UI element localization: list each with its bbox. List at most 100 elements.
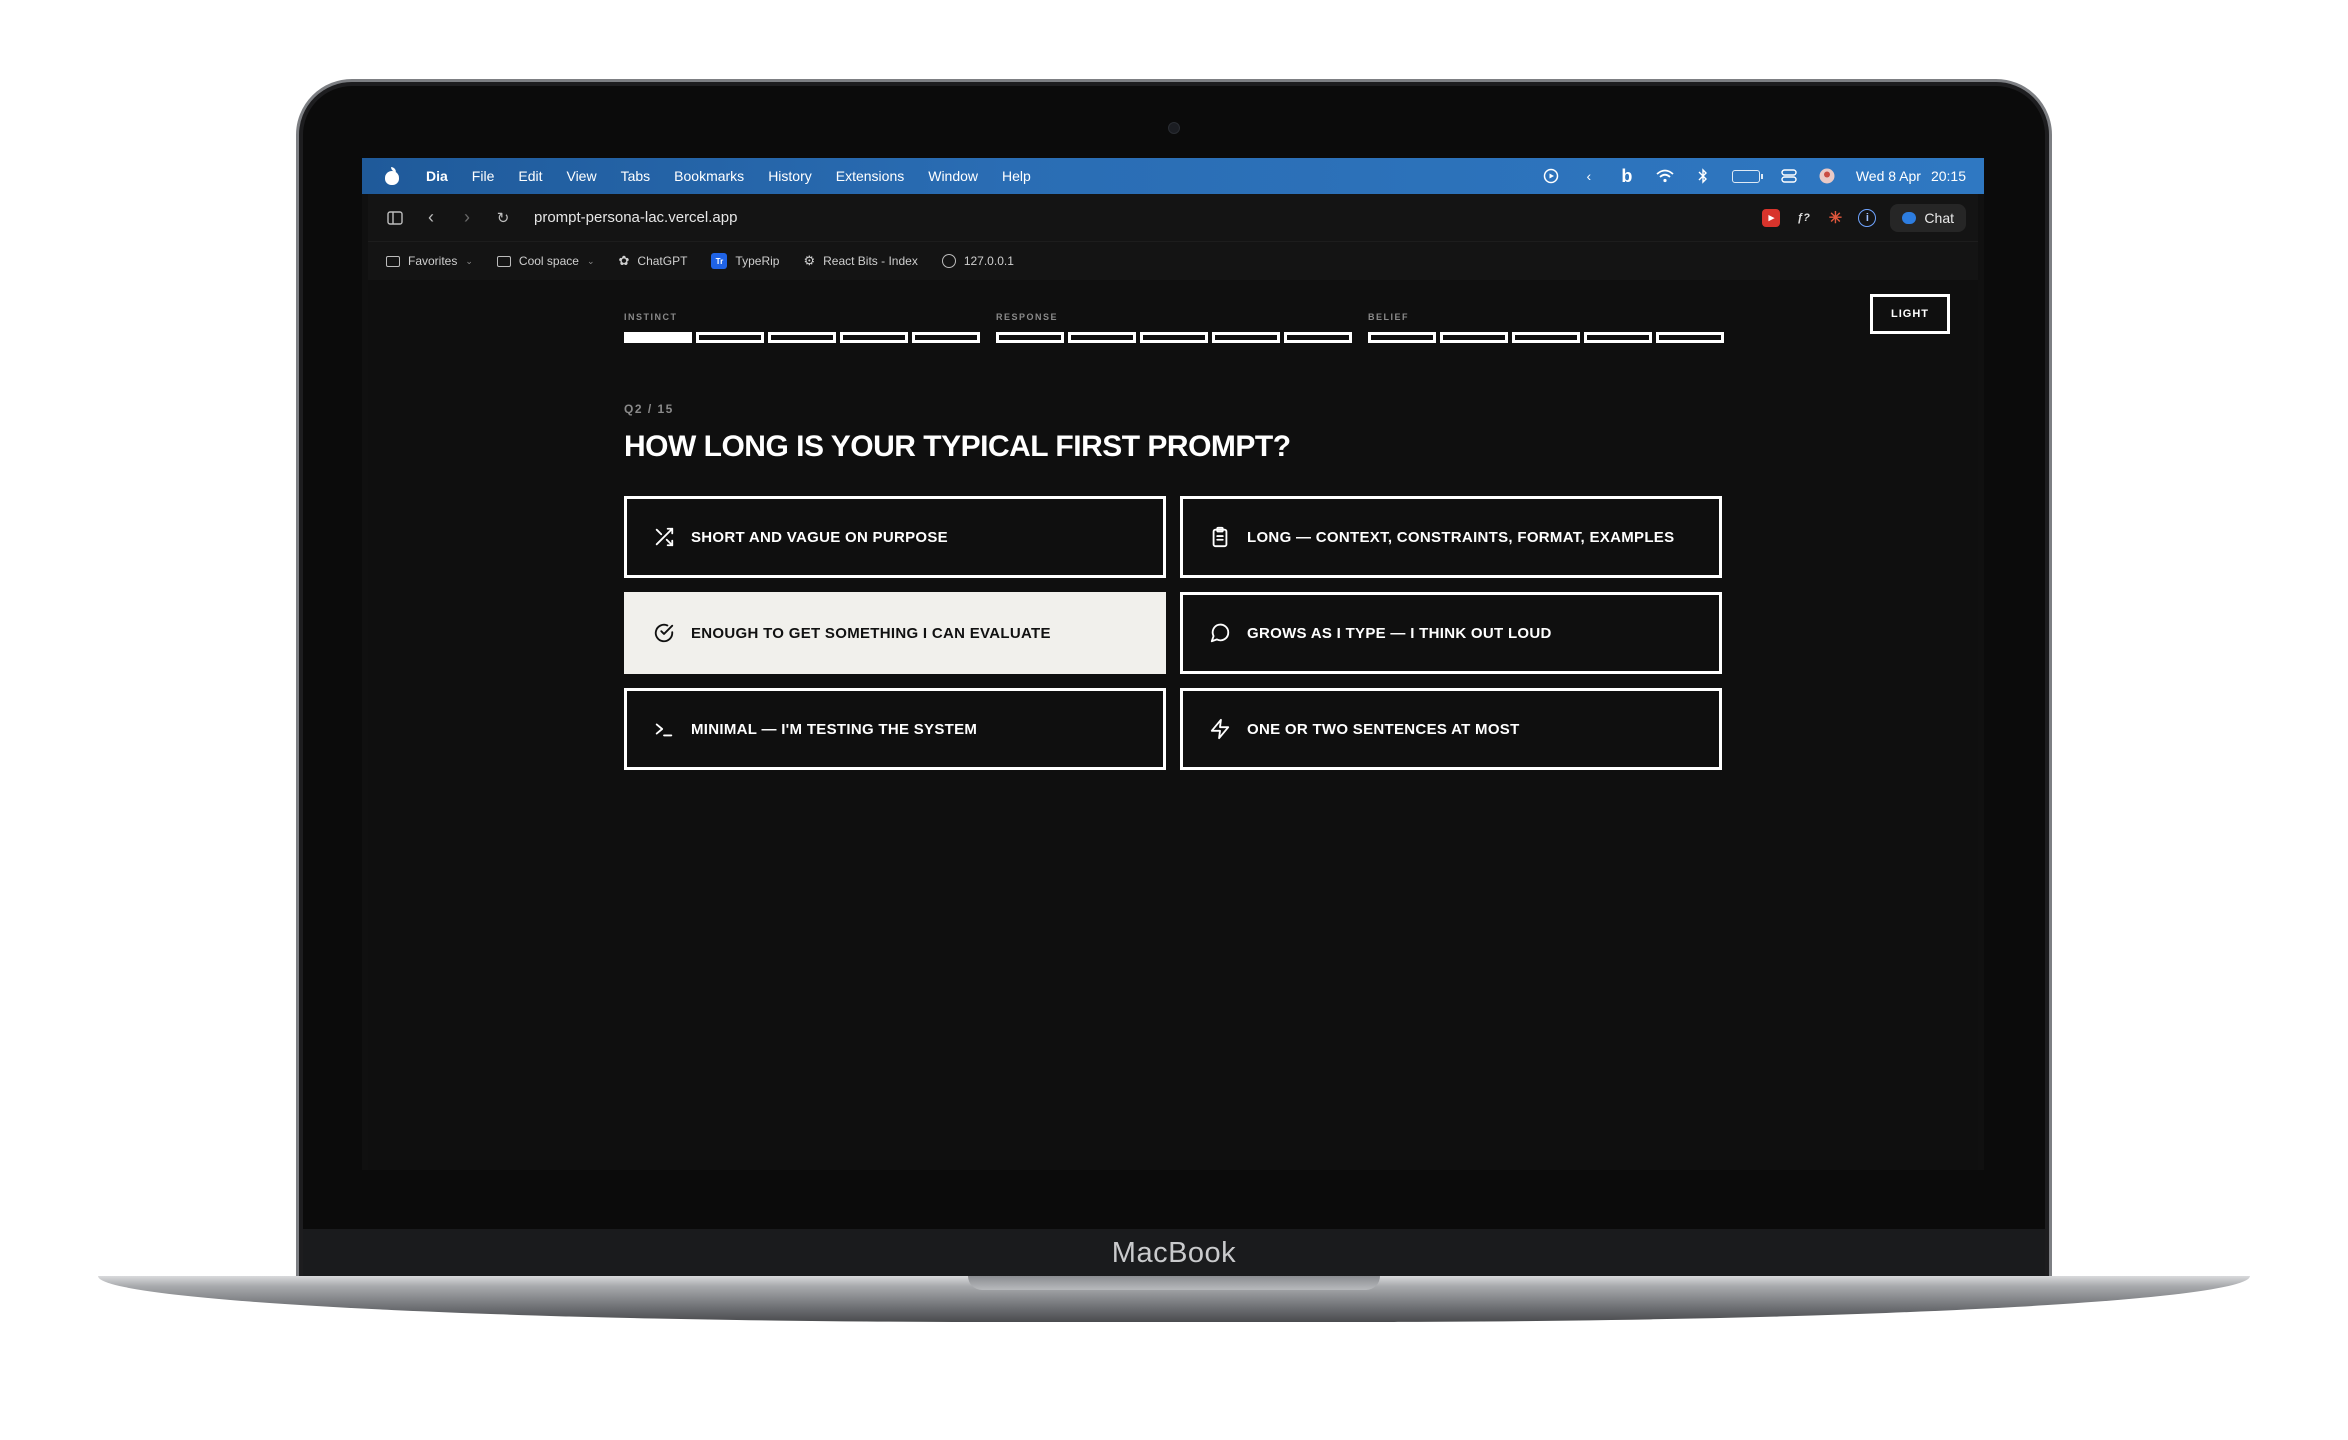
progress-section-label: BELIEF [1368,312,1410,322]
bookmark-localhost[interactable]: 127.0.0.1 [941,254,1014,268]
option-label: GROWS AS I TYPE — I THINK OUT LOUD [1247,624,1552,642]
react-bits-icon: ⚙ [803,253,816,268]
progress-section-label: INSTINCT [624,312,678,322]
progress-section-belief: BELIEF [1368,312,1724,343]
option-label: MINIMAL — I'M TESTING THE SYSTEM [691,720,978,738]
sidebar-toggle-icon[interactable] [386,210,404,225]
folder-icon [496,255,511,267]
bookmark-label: Favorites [408,254,458,268]
chevron-left-icon[interactable]: ‹ [1580,167,1598,185]
avatar-icon[interactable] [1818,167,1836,185]
reload-icon[interactable]: ↻ [494,209,512,227]
bookmark-label: 127.0.0.1 [963,254,1014,268]
camera [1168,122,1180,134]
terminal-icon [653,718,675,740]
progress-segment [996,332,1064,343]
option-label: LONG — CONTEXT, CONSTRAINTS, FORMAT, EXA… [1247,528,1675,546]
progress-section-instinct: INSTINCT [624,312,980,343]
option-one-or-two-sentences[interactable]: ONE OR TWO SENTENCES AT MOST [1180,688,1722,770]
message-circle-icon [1209,622,1231,644]
page-content: LIGHT INSTINCT RESPONSE BELIEF Q2 / 15 H… [368,280,1978,1170]
extension-red-icon[interactable]: ▸ [1762,208,1781,227]
progress-segments [996,332,1352,343]
menu-history[interactable]: History [756,168,824,184]
chat-label: Chat [1924,209,1954,226]
answer-options: SHORT AND VAGUE ON PURPOSE LONG — CONTEX… [624,496,1722,770]
menu-items: Dia File Edit View Tabs Bookmarks Histor… [414,168,1043,184]
option-label: ONE OR TWO SENTENCES AT MOST [1247,720,1520,738]
bookmark-label: Cool space [518,254,579,268]
chat-button[interactable]: Chat [1890,203,1966,232]
option-long-context[interactable]: LONG — CONTEXT, CONSTRAINTS, FORMAT, EXA… [1180,496,1722,578]
macbook-logo: MacBook [1111,1237,1237,1269]
progress-segment [1440,332,1508,343]
progress-section-label: RESPONSE [996,312,1059,322]
option-label: SHORT AND VAGUE ON PURPOSE [691,528,948,546]
b-app-icon[interactable]: b [1618,166,1636,186]
option-minimal-testing[interactable]: MINIMAL — I'M TESTING THE SYSTEM [624,688,1166,770]
option-enough-to-evaluate[interactable]: ENOUGH TO GET SOMETHING I CAN EVALUATE [624,592,1166,674]
control-center-icon[interactable] [1780,167,1798,185]
menu-tabs[interactable]: Tabs [609,168,663,184]
option-short-vague[interactable]: SHORT AND VAGUE ON PURPOSE [624,496,1166,578]
progress-segment [1584,332,1652,343]
stage: Dia File Edit View Tabs Bookmarks Histor… [0,0,2348,1440]
chevron-down-icon: ⌄ [586,255,595,266]
extension-star-icon[interactable]: ✳ [1826,209,1844,227]
progress-segment [1140,332,1208,343]
address-bar[interactable]: prompt-persona-lac.vercel.app [534,209,737,226]
menu-extensions[interactable]: Extensions [824,168,916,184]
menu-app-name[interactable]: Dia [414,168,460,184]
option-label: ENOUGH TO GET SOMETHING I CAN EVALUATE [691,624,1051,642]
menu-edit[interactable]: Edit [506,168,554,184]
menu-view[interactable]: View [554,168,608,184]
bookmark-react-bits[interactable]: ⚙ React Bits - Index [803,253,917,269]
openai-icon: ✿ [618,253,630,268]
menu-window[interactable]: Window [916,168,990,184]
play-icon[interactable] [1542,167,1560,185]
menu-bookmarks[interactable]: Bookmarks [662,168,756,184]
progress-segment [1212,332,1280,343]
menu-help[interactable]: Help [990,168,1043,184]
bookmark-typerip[interactable]: Tr TypeRip [711,253,779,269]
option-grows-as-i-type[interactable]: GROWS AS I TYPE — I THINK OUT LOUD [1180,592,1722,674]
progress-segment [1656,332,1724,343]
progress-segment [696,332,764,343]
chevron-down-icon: ⌄ [465,255,473,266]
chat-bubble-icon [1902,211,1917,224]
bluetooth-icon[interactable] [1694,167,1712,185]
battery-icon[interactable] [1731,169,1763,183]
clock[interactable]: Wed 8 Apr 20:15 [1856,168,1966,184]
progress-bar: INSTINCT RESPONSE BELIEF [624,312,1724,343]
menu-file[interactable]: File [460,168,507,184]
theme-toggle-button[interactable]: LIGHT [1870,294,1950,334]
progress-segment [1512,332,1580,343]
check-circle-icon [653,622,675,644]
apple-icon[interactable] [384,167,400,185]
bookmark-cool-space[interactable]: Cool space ⌄ [496,254,595,268]
progress-segment [768,332,836,343]
bookmarks-bar: Favorites ⌄ Cool space ⌄ ✿ ChatGPT Tr Ty… [368,242,1978,280]
extension-password-icon[interactable]: i [1858,208,1877,227]
progress-segment [912,332,980,343]
question-number: Q2 / 15 [624,402,674,416]
bookmark-favorites[interactable]: Favorites ⌄ [386,254,473,268]
browser-toolbar: ‹ › ↻ prompt-persona-lac.vercel.app ▸ ƒ?… [368,194,1978,242]
screen: Dia File Edit View Tabs Bookmarks Histor… [362,158,1984,1170]
progress-segment [1368,332,1436,343]
shuffle-icon [653,526,675,548]
progress-segment [1068,332,1136,343]
progress-segments [1368,332,1724,343]
forward-icon[interactable]: › [458,207,476,228]
clipboard-icon [1209,526,1231,548]
wifi-icon[interactable] [1656,167,1674,185]
bookmark-chatgpt[interactable]: ✿ ChatGPT [619,253,688,269]
extension-font-icon[interactable]: ƒ? [1794,209,1812,227]
progress-section-response: RESPONSE [996,312,1352,343]
date-text: Wed 8 Apr [1855,168,1921,184]
status-items: ‹ b Wed 8 Apr 20:15 [1542,166,1984,186]
typerip-icon: Tr [711,253,728,269]
back-icon[interactable]: ‹ [422,207,440,228]
bookmark-label: TypeRip [735,254,780,268]
progress-segment [840,332,908,343]
